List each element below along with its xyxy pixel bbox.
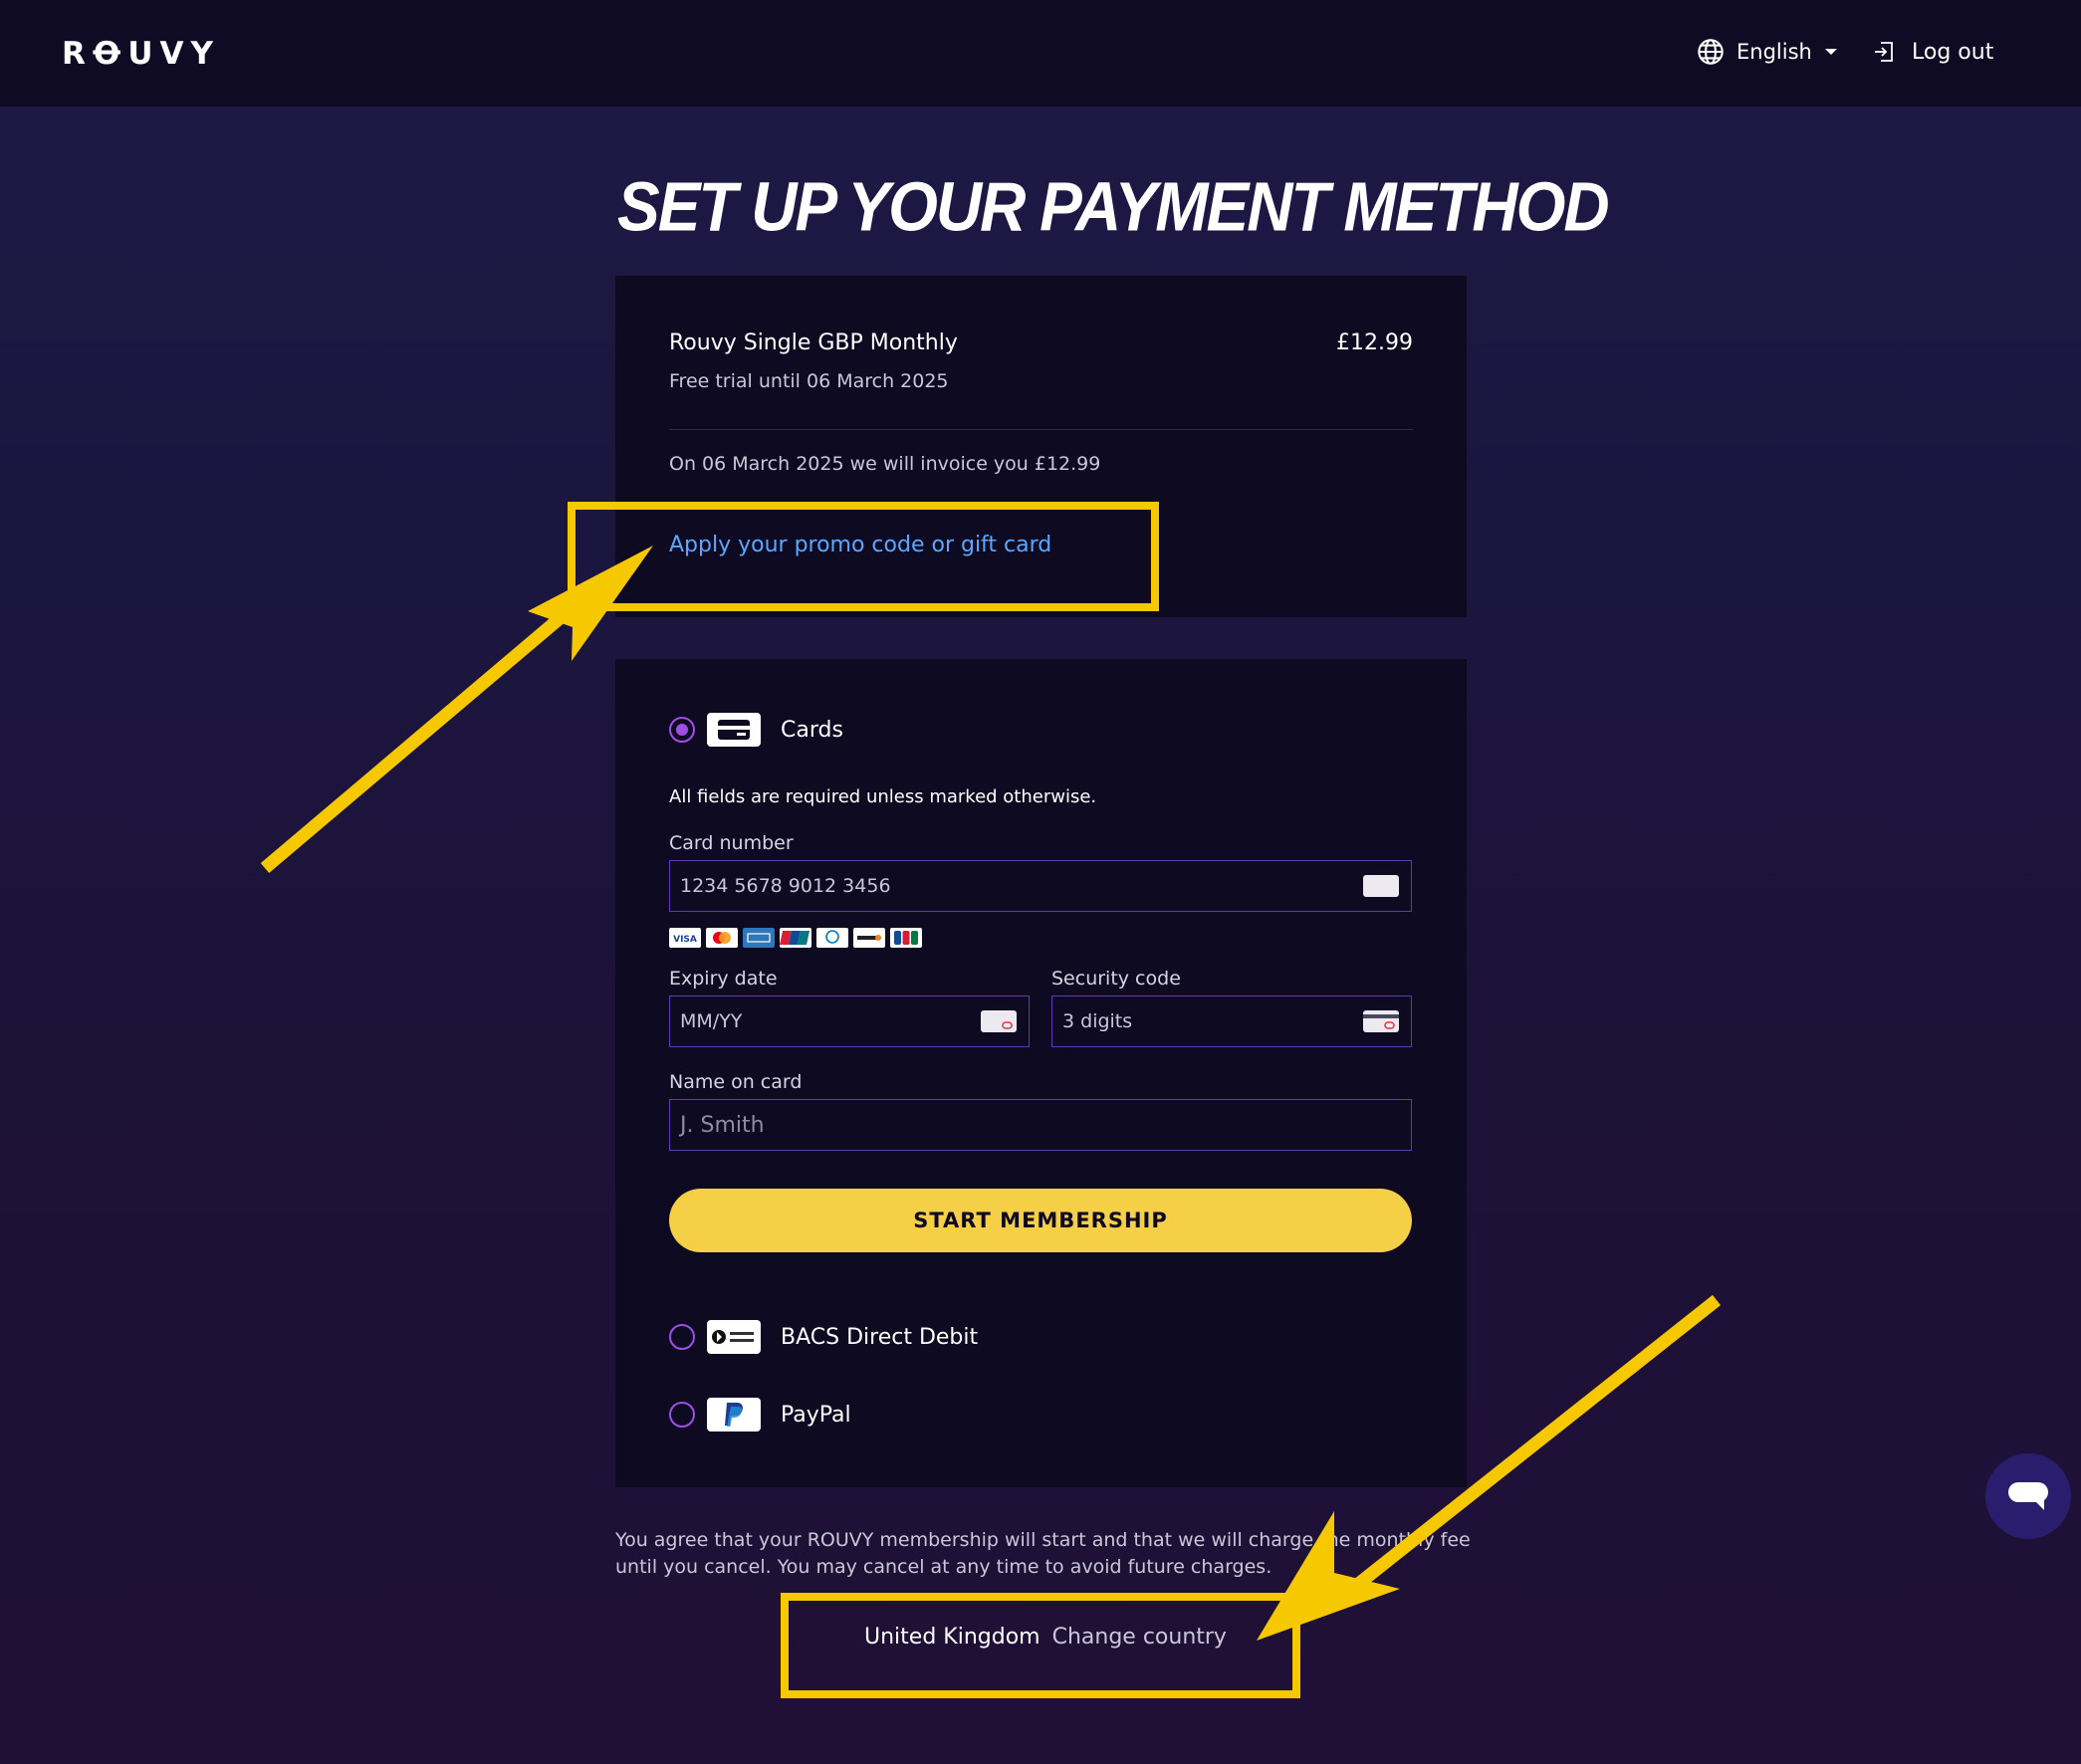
- trial-info: Free trial until 06 March 2025: [669, 370, 949, 392]
- logout-button[interactable]: Log out: [1872, 36, 1993, 68]
- security-code-input[interactable]: 3 digits: [1051, 995, 1412, 1047]
- language-label: English: [1736, 40, 1812, 64]
- language-selector[interactable]: English: [1697, 36, 1838, 68]
- required-fields-note: All fields are required unless marked ot…: [669, 786, 1097, 807]
- plan-price: £12.99: [1336, 331, 1413, 355]
- card-number-input[interactable]: 1234 5678 9012 3456: [669, 860, 1412, 912]
- summary-divider: [669, 429, 1413, 430]
- arrow-to-promo: [260, 546, 653, 873]
- change-country-link[interactable]: Change country: [1052, 1625, 1227, 1650]
- logout-icon: [1875, 42, 1893, 62]
- card-expiry-icon: [981, 1010, 1017, 1032]
- paypal-icon: [707, 1398, 761, 1432]
- direct-debit-icon: [707, 1320, 761, 1354]
- globe-icon: [1698, 39, 1724, 65]
- rouvy-logo[interactable]: RꝊUVY: [62, 36, 220, 72]
- visa-icon: VISA: [669, 928, 701, 948]
- payment-option-paypal[interactable]: PayPal: [669, 1398, 851, 1432]
- card-generic-icon: [1363, 875, 1399, 897]
- expiry-date-input[interactable]: MM/YY: [669, 995, 1030, 1047]
- payment-option-cards[interactable]: Cards: [669, 713, 843, 747]
- card-number-label: Card number: [669, 832, 794, 854]
- promo-code-link[interactable]: Apply your promo code or gift card: [669, 533, 1051, 557]
- country-name: United Kingdom: [864, 1625, 1040, 1650]
- paypal-label: PayPal: [781, 1402, 851, 1428]
- discover-icon: [853, 928, 885, 948]
- plan-name: Rouvy Single GBP Monthly: [669, 331, 958, 355]
- security-placeholder: 3 digits: [1062, 1010, 1133, 1032]
- logout-label: Log out: [1912, 39, 1994, 65]
- mastercard-icon: [706, 928, 738, 948]
- start-membership-button[interactable]: START MEMBERSHIP: [669, 1189, 1412, 1252]
- accepted-card-brands: VISA: [669, 928, 922, 948]
- cards-label: Cards: [781, 717, 843, 743]
- chat-support-button[interactable]: [1985, 1453, 2071, 1539]
- name-on-card-label: Name on card: [669, 1071, 803, 1093]
- card-number-placeholder: 1234 5678 9012 3456: [680, 875, 891, 897]
- payment-method-card: Cards All fields are required unless mar…: [615, 659, 1467, 1487]
- amex-icon: [743, 928, 775, 948]
- svg-text:VISA: VISA: [673, 935, 697, 945]
- expiry-placeholder: MM/YY: [680, 1010, 743, 1032]
- page-title: SET UP YOUR PAYMENT METHOD: [617, 168, 1610, 246]
- payment-option-bacs[interactable]: BACS Direct Debit: [669, 1320, 978, 1354]
- paypal-radio[interactable]: [669, 1402, 695, 1428]
- diners-club-icon: [816, 928, 848, 948]
- credit-card-icon: [707, 713, 761, 747]
- unionpay-icon: [780, 928, 811, 948]
- expiry-date-label: Expiry date: [669, 968, 778, 990]
- cards-radio[interactable]: [669, 717, 695, 743]
- country-selector: United Kingdom Change country: [864, 1625, 1227, 1650]
- order-summary-card: Rouvy Single GBP Monthly £12.99 Free tri…: [615, 276, 1467, 617]
- top-bar: RꝊUVY English Log out: [0, 0, 2081, 107]
- caret-down-icon: [1824, 49, 1837, 55]
- name-placeholder: J. Smith: [680, 1112, 765, 1138]
- jcb-icon: [890, 928, 922, 948]
- name-on-card-input[interactable]: J. Smith: [669, 1099, 1412, 1151]
- card-cvc-icon: [1363, 1010, 1399, 1032]
- bacs-label: BACS Direct Debit: [781, 1324, 979, 1350]
- security-code-label: Security code: [1051, 968, 1181, 990]
- chat-icon: [2008, 1482, 2048, 1510]
- terms-text: You agree that your ROUVY membership wil…: [615, 1529, 1471, 1578]
- bacs-radio[interactable]: [669, 1324, 695, 1350]
- invoice-info: On 06 March 2025 we will invoice you £12…: [669, 453, 1101, 475]
